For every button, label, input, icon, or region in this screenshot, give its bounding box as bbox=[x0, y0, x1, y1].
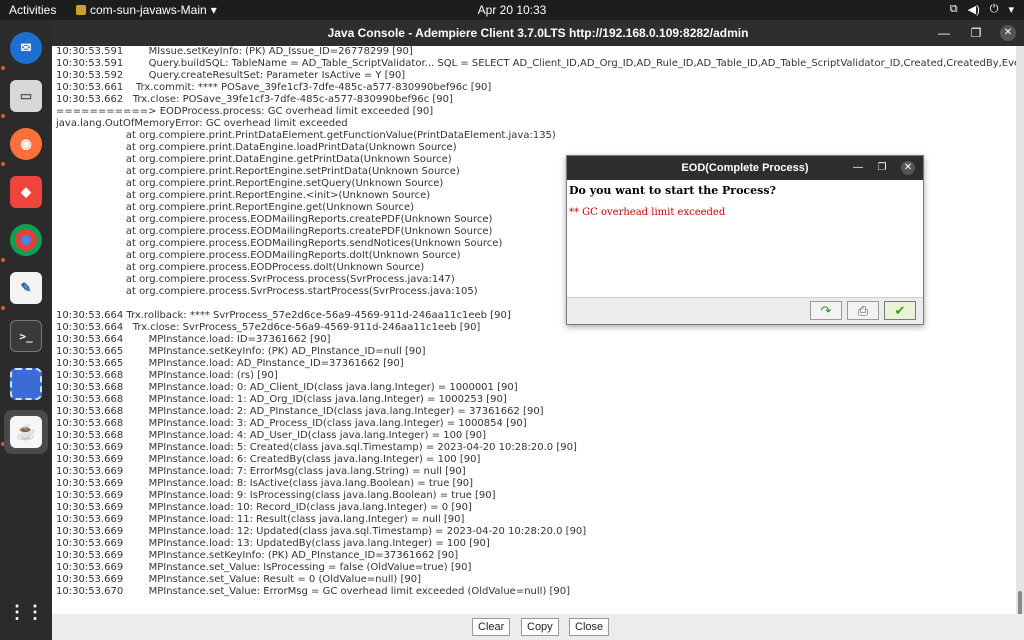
print-button[interactable]: ⎙ bbox=[847, 301, 879, 320]
thunderbird-icon: ✉ bbox=[10, 32, 42, 64]
console-line: 10:30:53.669 MPInstance.load: 8: IsActiv… bbox=[56, 478, 474, 489]
firefox-launcher[interactable]: ◉ bbox=[4, 122, 48, 166]
java-app-icon bbox=[76, 5, 86, 15]
show-apps-icon: ⋮⋮ bbox=[8, 601, 44, 622]
text-editor-launcher[interactable]: ✎ bbox=[4, 266, 48, 310]
thunderbird-launcher[interactable]: ✉ bbox=[4, 26, 48, 70]
console-line: 10:30:53.665 MPInstance.setKeyInfo: (PK)… bbox=[56, 346, 426, 357]
console-line: 10:30:53.669 MPInstance.load: 13: Update… bbox=[56, 538, 490, 549]
activities-button[interactable]: Activities bbox=[9, 3, 56, 17]
show-apps-launcher[interactable]: ⋮⋮ bbox=[4, 590, 48, 634]
console-line: 10:30:53.662 Trx.close: POSave_39fe1cf3-… bbox=[56, 94, 453, 105]
console-line: 10:30:53.665 MPInstance.load: AD_PInstan… bbox=[56, 358, 404, 369]
running-indicator bbox=[1, 306, 5, 310]
checkmark-icon: ✔ bbox=[894, 302, 906, 318]
terminal-icon: >_ bbox=[10, 320, 42, 352]
maximize-icon[interactable]: ❐ bbox=[968, 25, 984, 41]
console-line: java.lang.OutOfMemoryError: GC overhead … bbox=[56, 118, 348, 129]
console-line: 10:30:53.668 MPInstance.load: 4: AD_User… bbox=[56, 430, 486, 441]
console-line: at org.compiere.print.PrintDataElement.g… bbox=[56, 130, 556, 141]
console-line: 10:30:53.668 MPInstance.load: 0: AD_Clie… bbox=[56, 382, 518, 393]
dialog-error-message: ** GC overhead limit exceeded bbox=[569, 207, 726, 218]
clock[interactable]: Apr 20 10:33 bbox=[478, 3, 547, 17]
window-titlebar[interactable]: Java Console - Adempiere Client 3.7.0LTS… bbox=[52, 20, 1024, 46]
chrome-icon bbox=[10, 224, 42, 256]
volume-icon: ◀) bbox=[967, 4, 980, 16]
java-console-window: Java Console - Adempiere Client 3.7.0LTS… bbox=[52, 20, 1024, 640]
screenshot-icon bbox=[10, 368, 42, 400]
console-line: 10:30:53.664 MPInstance.load: ID=3736166… bbox=[56, 334, 331, 345]
minimize-icon[interactable]: — bbox=[936, 25, 952, 41]
close-button[interactable]: Close bbox=[569, 618, 610, 636]
top-bar: Activities com-sun-javaws-Main ▾ Apr 20 … bbox=[0, 0, 1024, 20]
console-line: 10:30:53.592 Query.createResultSet: Para… bbox=[56, 70, 406, 81]
console-line: 10:30:53.661 Trx.commit: **** POSave_39f… bbox=[56, 82, 492, 93]
anydesk-launcher[interactable]: ◆ bbox=[4, 170, 48, 214]
console-line: at org.compiere.print.DataEngine.loadPri… bbox=[56, 142, 457, 153]
console-line: 10:30:53.669 MPInstance.setKeyInfo: (PK)… bbox=[56, 550, 459, 561]
copy-button[interactable]: Copy bbox=[521, 618, 559, 636]
close-icon[interactable]: ✕ bbox=[901, 161, 915, 175]
console-line: 10:30:53.668 MPInstance.load: 1: AD_Org_… bbox=[56, 394, 507, 405]
console-line: ===========> EODProcess.process: GC over… bbox=[56, 106, 434, 117]
terminal-launcher[interactable]: >_ bbox=[4, 314, 48, 358]
dialog-title: EOD(Complete Process) bbox=[681, 162, 809, 174]
system-tray[interactable]: ⧉ ◀) ⏻ ▾ bbox=[950, 3, 1014, 16]
running-indicator bbox=[1, 258, 5, 262]
chevron-down-icon: ▾ bbox=[1008, 4, 1014, 16]
running-indicator bbox=[1, 114, 5, 118]
window-title: Java Console - Adempiere Client 3.7.0LTS… bbox=[327, 26, 749, 40]
java-launcher[interactable]: ☕ bbox=[4, 410, 48, 454]
dialog-titlebar[interactable]: EOD(Complete Process) — ❐ ✕ bbox=[567, 156, 923, 180]
console-button-bar: Clear Copy Close bbox=[52, 614, 1024, 640]
console-line: 10:30:53.669 MPInstance.set_Value: Resul… bbox=[56, 574, 422, 585]
printer-icon: ⎙ bbox=[857, 302, 869, 318]
minimize-icon[interactable]: — bbox=[851, 161, 865, 175]
console-line: 10:30:53.670 MPInstance.set_Value: Error… bbox=[56, 586, 571, 597]
console-line: 10:30:53.668 MPInstance.load: 2: AD_PIns… bbox=[56, 406, 544, 417]
network-icon: ⧉ bbox=[949, 3, 958, 15]
console-scrollbar[interactable] bbox=[1016, 46, 1024, 628]
files-launcher[interactable]: ▭ bbox=[4, 74, 48, 118]
app-menu[interactable]: com-sun-javaws-Main ▾ bbox=[76, 3, 217, 17]
console-line: 10:30:53.669 MPInstance.load: 12: Update… bbox=[56, 526, 587, 537]
console-line: 10:30:53.669 MPInstance.load: 5: Created… bbox=[56, 442, 577, 453]
redo-button[interactable]: ↷ bbox=[810, 301, 842, 320]
close-icon[interactable]: ✕ bbox=[1000, 25, 1016, 41]
power-icon: ⏻ bbox=[989, 3, 999, 15]
console-line: 10:30:53.669 MPInstance.load: 7: ErrorMs… bbox=[56, 466, 466, 477]
text-editor-icon: ✎ bbox=[10, 272, 42, 304]
redo-icon: ↷ bbox=[820, 302, 832, 318]
chevron-down-icon: ▾ bbox=[210, 3, 217, 17]
clear-button[interactable]: Clear bbox=[472, 618, 511, 636]
console-line: 10:30:53.669 MPInstance.set_Value: IsPro… bbox=[56, 562, 472, 573]
firefox-icon: ◉ bbox=[10, 128, 42, 160]
console-line: 10:30:53.668 MPInstance.load: 3: AD_Proc… bbox=[56, 418, 527, 429]
maximize-icon[interactable]: ❐ bbox=[875, 161, 889, 175]
screenshot-launcher[interactable] bbox=[4, 362, 48, 406]
chrome-launcher[interactable] bbox=[4, 218, 48, 262]
running-indicator bbox=[1, 162, 5, 166]
console-line: 10:30:53.669 MPInstance.load: 6: Created… bbox=[56, 454, 481, 465]
console-line: 10:30:53.668 MPInstance.load: (rs) [90] bbox=[56, 370, 278, 381]
console-line: 10:30:53.591 MIssue.setKeyInfo: (PK) AD_… bbox=[56, 46, 413, 57]
console-line: 10:30:53.669 MPInstance.load: 9: IsProce… bbox=[56, 490, 496, 501]
ok-button[interactable]: ✔ bbox=[884, 301, 916, 320]
dialog-question: Do you want to start the Process? bbox=[569, 184, 776, 197]
files-icon: ▭ bbox=[10, 80, 42, 112]
dialog-footer: ↷ ⎙ ✔ bbox=[567, 297, 923, 324]
eod-process-dialog: EOD(Complete Process) — ❐ ✕ Do you want … bbox=[566, 155, 924, 325]
anydesk-icon: ◆ bbox=[10, 176, 42, 208]
dock: ✉ ▭ ◉ ◆ ✎ >_ ☕ ⋮⋮ bbox=[0, 20, 52, 640]
console-output[interactable]: 10:30:53.591 MIssue.setKeyInfo: (PK) AD_… bbox=[52, 46, 1016, 628]
console-line: 10:30:53.669 MPInstance.load: 11: Result… bbox=[56, 514, 465, 525]
java-icon: ☕ bbox=[10, 416, 42, 448]
console-line: 10:30:53.591 Query.buildSQL: TableName =… bbox=[56, 58, 1016, 69]
app-menu-label: com-sun-javaws-Main bbox=[90, 3, 207, 17]
running-indicator bbox=[1, 66, 5, 70]
console-line: 10:30:53.669 MPInstance.load: 10: Record… bbox=[56, 502, 472, 513]
